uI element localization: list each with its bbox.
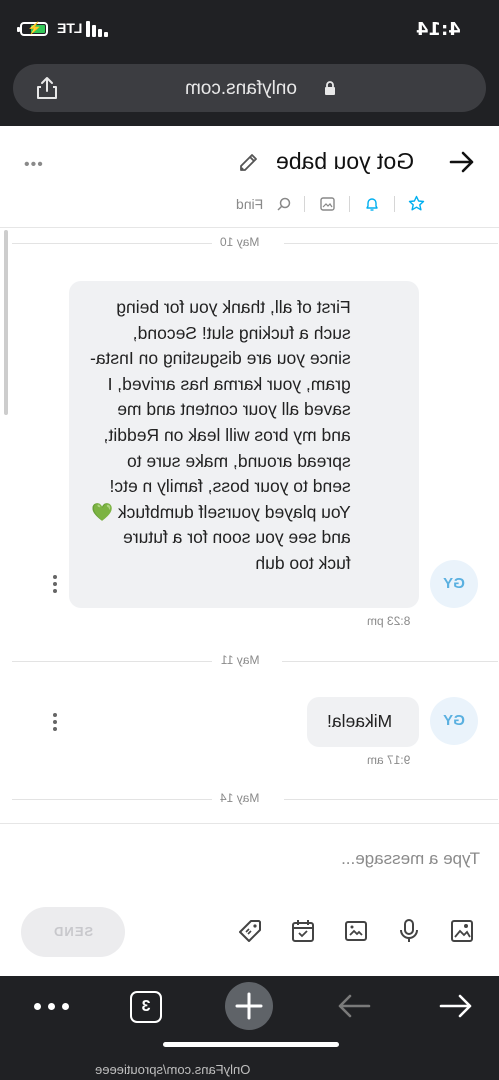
back-arrow-icon[interactable]	[438, 990, 474, 1022]
media-icon[interactable]	[320, 197, 335, 211]
avatar[interactable]: GY	[430, 560, 478, 608]
date-separator: May 14	[0, 789, 499, 809]
avatar[interactable]: GY	[430, 697, 478, 745]
message-input[interactable]: Type a message...	[300, 849, 480, 869]
home-indicator	[163, 1042, 339, 1047]
message-time: 8:23 pm	[367, 614, 411, 628]
message-bubble[interactable]: Mikaela!	[307, 697, 419, 747]
date-label: May 11	[221, 653, 260, 667]
message-time: 9:17 am	[367, 753, 411, 767]
send-label: SEND	[52, 924, 94, 939]
message-options-icon[interactable]	[52, 575, 58, 593]
more-icon[interactable]	[34, 1000, 74, 1012]
new-tab-button[interactable]	[225, 982, 273, 1030]
battery-icon: ⚡	[17, 21, 48, 36]
send-button[interactable]: SEND	[21, 907, 125, 957]
browser-toolbar: onlyfans.com	[0, 60, 499, 126]
signal-icon	[86, 21, 108, 37]
plus-icon	[235, 992, 263, 1020]
divider	[0, 227, 499, 228]
divider	[0, 823, 499, 824]
url-text[interactable]: onlyfans.com	[185, 78, 297, 100]
clock: 4:14	[416, 19, 461, 40]
bell-icon[interactable]	[364, 196, 380, 212]
divider	[349, 196, 350, 212]
browser-bottom-nav: 3 OnlyFans.com/sproutieeee	[0, 976, 499, 1080]
date-label: May 10	[220, 235, 260, 249]
chat-header: ••• Got you babe Find	[0, 126, 499, 228]
vault-icon[interactable]	[343, 918, 369, 944]
date-label: May 14	[220, 791, 260, 805]
network-type: LTE	[57, 20, 83, 36]
divider	[304, 196, 305, 212]
back-arrow-icon[interactable]	[448, 148, 476, 176]
footer-url: OnlyFans.com/sproutieeee	[95, 1062, 251, 1077]
star-icon[interactable]	[408, 195, 425, 212]
share-icon[interactable]	[33, 74, 61, 102]
image-icon[interactable]	[449, 918, 475, 944]
price-tag-icon[interactable]	[237, 918, 263, 944]
scroll-indicator[interactable]	[4, 230, 8, 415]
message-bubble[interactable]: First of all, thank you for being such a…	[69, 281, 419, 608]
lock-icon	[325, 81, 335, 95]
status-bar: ⚡ LTE 4:14	[0, 0, 499, 60]
microphone-icon[interactable]	[396, 918, 422, 944]
message-text: Mikaela!	[327, 711, 393, 731]
date-separator: May 11	[0, 651, 499, 671]
date-separator: May 10	[0, 233, 499, 253]
message-text: First of all, thank you for being such a…	[90, 297, 351, 573]
edit-icon[interactable]	[238, 151, 260, 173]
find-label[interactable]: Find	[236, 196, 263, 212]
tabs-button[interactable]: 3	[130, 991, 162, 1023]
address-bar[interactable]: onlyfans.com	[13, 64, 486, 112]
message-options-icon[interactable]	[52, 713, 58, 731]
divider	[394, 196, 395, 212]
more-options-icon[interactable]: •••	[24, 156, 44, 174]
chat-title: Got you babe	[276, 148, 415, 174]
search-icon[interactable]	[277, 197, 291, 211]
calendar-icon[interactable]	[290, 918, 316, 944]
forward-arrow-icon[interactable]	[336, 990, 372, 1022]
